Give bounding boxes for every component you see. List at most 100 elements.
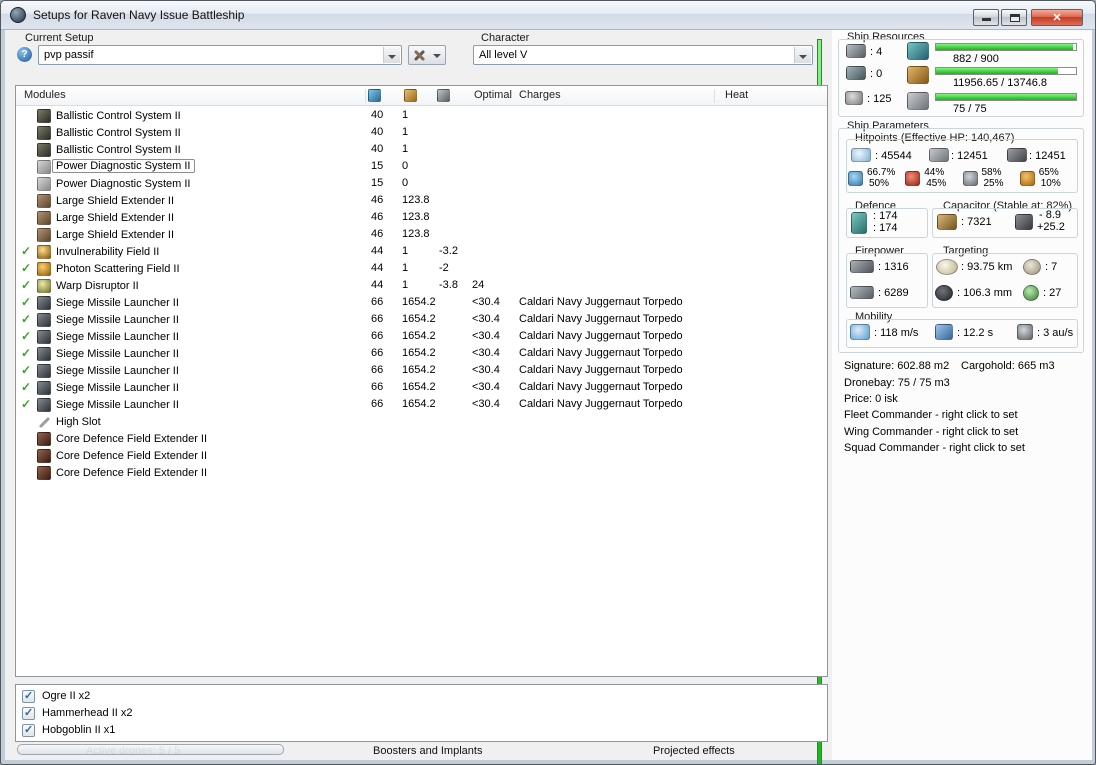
character-label: Character — [481, 32, 530, 44]
armor-resist-value: 25% — [983, 178, 1004, 189]
col-charges[interactable]: Charges — [519, 89, 561, 101]
module-name: Warp Disruptor II — [56, 280, 139, 292]
drone-row[interactable]: ✓ Ogre II x2 — [16, 688, 827, 705]
tab-boosters-implants[interactable]: Boosters and Implants — [373, 745, 482, 757]
drone-checkbox[interactable]: ✓ — [22, 707, 35, 720]
rig-module-icon — [37, 449, 51, 463]
shield-resist-value: 66.7% — [867, 167, 896, 178]
siege-module-icon — [37, 296, 51, 310]
module-name: Siege Missile Launcher II — [56, 399, 179, 411]
maximize-button[interactable] — [1001, 9, 1027, 26]
character-select-arrow-icon — [794, 47, 811, 63]
module-row[interactable]: Core Defence Field Extender II — [16, 465, 827, 482]
module-cpu-value: 46 — [371, 211, 384, 223]
setup-select[interactable]: pvp passif — [38, 45, 402, 65]
module-row[interactable]: ✓ Siege Missile Launcher II 66 1654.2 <3… — [16, 380, 827, 397]
squad-commander-text[interactable]: Squad Commander - right click to set — [844, 442, 1025, 454]
module-row[interactable]: Core Defence Field Extender II — [16, 431, 827, 448]
wing-commander-text[interactable]: Wing Commander - right click to set — [844, 426, 1018, 438]
module-powergrid-value: 0 — [402, 160, 409, 172]
module-row[interactable]: Core Defence Field Extender II — [16, 448, 827, 465]
structure-hp-value: : 12451 — [1029, 150, 1066, 162]
app-icon[interactable] — [10, 7, 26, 23]
scan-resolution-icon — [935, 285, 953, 301]
module-row[interactable]: ✓ Siege Missile Launcher II 66 1654.2 <3… — [16, 295, 827, 312]
drone-bandwidth-value: 75 / 75 — [953, 103, 987, 115]
col-modules[interactable]: Modules — [24, 89, 66, 101]
module-row[interactable]: ✓ Siege Missile Launcher II 66 1654.2 <3… — [16, 346, 827, 363]
shield-resist-value: 58% — [981, 167, 1002, 178]
module-row[interactable]: Large Shield Extender II 46 123.8 — [16, 193, 827, 210]
drone-checkbox[interactable]: ✓ — [22, 724, 35, 737]
module-powergrid-value: 1 — [402, 126, 409, 138]
tab-projected-effects[interactable]: Projected effects — [653, 745, 735, 757]
targeting-range-value: : 93.75 km — [961, 261, 1013, 273]
module-powergrid-value: 123.8 — [402, 211, 430, 223]
drone-row[interactable]: ✓ Hobgoblin II x1 — [16, 722, 827, 739]
col-optimal[interactable]: Optimal — [474, 89, 512, 101]
module-cpu-value: 15 — [371, 160, 384, 172]
photon-module-icon — [37, 262, 51, 276]
module-row[interactable]: ✓ Warp Disruptor II 44 1 -3.8 24 — [16, 278, 827, 295]
module-name: Invulnerability Field II — [56, 246, 160, 258]
module-name: Siege Missile Launcher II — [56, 297, 179, 309]
titlebar[interactable]: Setups for Raven Navy Issue Battleship ✕ — [1, 1, 1095, 30]
module-optimal-value: <30.4 — [472, 296, 500, 308]
module-cpu-value: 66 — [371, 330, 384, 342]
module-cpu-value: 40 — [371, 143, 384, 155]
column-separator — [365, 89, 366, 103]
module-name: Large Shield Extender II — [56, 229, 175, 241]
module-row[interactable]: Large Shield Extender II 46 123.8 — [16, 227, 827, 244]
col-heat[interactable]: Heat — [725, 89, 748, 101]
character-select[interactable]: All level V — [473, 45, 813, 65]
invuln-module-icon — [37, 245, 51, 259]
siege-module-icon — [37, 313, 51, 327]
checkmark-icon: ✓ — [24, 690, 34, 702]
module-row[interactable]: Ballistic Control System II 40 1 — [16, 142, 827, 159]
module-row[interactable]: ✓ Siege Missile Launcher II 66 1654.2 <3… — [16, 397, 827, 414]
drone-label: Hammerhead II x2 — [42, 707, 133, 719]
module-row[interactable]: High Slot — [16, 414, 827, 431]
fleet-commander-text[interactable]: Fleet Commander - right click to set — [844, 409, 1018, 421]
drone-bandwidth-bar — [935, 93, 1077, 101]
signature-text: Signature: 602.88 m2 — [844, 360, 950, 372]
setup-tools-button[interactable] — [408, 45, 446, 65]
module-name: Core Defence Field Extender II — [56, 467, 208, 479]
module-optimal-value: 24 — [472, 279, 485, 291]
siege-module-icon — [37, 364, 51, 378]
drone-row[interactable]: ✓ Hammerhead II x2 — [16, 705, 827, 722]
drones-list: ✓ Ogre II x2 ✓ Hammerhead II x2 ✓ Hobgob… — [16, 688, 827, 739]
targeting-range-icon — [936, 259, 958, 275]
module-row[interactable]: ✓ Siege Missile Launcher II 66 1654.2 <3… — [16, 329, 827, 346]
launcher-hardpoints-icon — [846, 66, 866, 80]
active-check-icon: ✓ — [21, 380, 32, 394]
module-row[interactable]: Ballistic Control System II 40 1 — [16, 125, 827, 142]
module-row[interactable]: ✓ Siege Missile Launcher II 66 1654.2 <3… — [16, 312, 827, 329]
minimize-button[interactable] — [973, 9, 999, 26]
module-row[interactable]: Large Shield Extender II 46 123.8 — [16, 210, 827, 227]
module-powergrid-value: 1 — [402, 143, 409, 155]
close-button[interactable]: ✕ — [1031, 9, 1083, 26]
max-velocity-value: : 118 m/s — [874, 327, 919, 339]
help-icon[interactable]: ? — [17, 47, 32, 62]
module-row[interactable]: ✓ Photon Scattering Field II 44 1 -2 — [16, 261, 827, 278]
module-row[interactable]: Ballistic Control System II 40 1 — [16, 108, 827, 125]
siege-module-icon — [37, 330, 51, 344]
powergrid-column-icon[interactable] — [404, 89, 417, 102]
horizontal-scrollbar[interactable] — [17, 744, 284, 755]
module-row[interactable]: Power Diagnostic System II 15 0 — [16, 176, 827, 193]
window-title: Setups for Raven Navy Issue Battleship — [33, 8, 245, 22]
drone-checkbox[interactable]: ✓ — [22, 690, 35, 703]
minimize-icon — [982, 18, 991, 21]
lse-module-icon — [37, 194, 51, 208]
module-name: Power Diagnostic System II — [56, 178, 191, 190]
module-powergrid-value: 1654.2 — [402, 347, 436, 359]
capacitor-column-icon[interactable] — [437, 89, 450, 102]
module-row[interactable]: Power Diagnostic System II 15 0 — [16, 159, 827, 176]
module-row[interactable]: ✓ Invulnerability Field II 44 1 -3.2 — [16, 244, 827, 261]
chevron-down-icon — [433, 54, 441, 58]
cpu-column-icon[interactable] — [368, 89, 381, 102]
active-check-icon: ✓ — [21, 363, 32, 377]
module-name: Large Shield Extender II — [56, 212, 175, 224]
module-row[interactable]: ✓ Siege Missile Launcher II 66 1654.2 <3… — [16, 363, 827, 380]
